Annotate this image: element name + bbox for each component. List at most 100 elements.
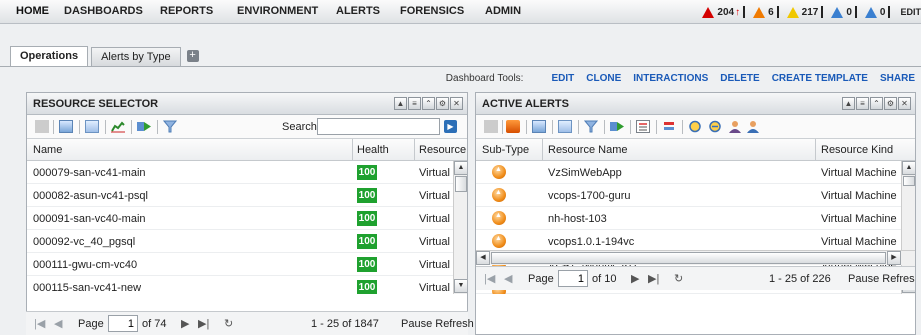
resource-name: 000111-gwu-cm-vc40 [33,259,138,271]
release-ownership-icon[interactable] [746,120,760,133]
page-total: of 10 [592,273,617,285]
refresh-icon[interactable]: ↻ [224,317,233,330]
resource-detail-icon[interactable] [532,120,546,133]
assign-user-icon[interactable] [728,120,742,133]
resource-kind: Virtual Machine [821,236,897,248]
collapse-icon[interactable]: ▲ [842,97,855,110]
table-row[interactable]: vcops-1700-guru Virtual Machine [476,184,915,207]
first-page-icon[interactable]: |◀ [34,317,45,330]
next-page-icon[interactable]: ▶ [181,317,189,330]
maximize-icon[interactable]: ⌃ [422,97,435,110]
refresh-icon[interactable]: ↻ [674,272,683,285]
col-health[interactable]: Health [357,144,407,156]
col-resource-name[interactable]: Resource Name [548,144,748,156]
search-go-icon[interactable]: ▶ [444,120,457,133]
prev-page-icon[interactable]: ◀ [54,317,62,330]
resource-kind: Virtual Machine [821,167,897,179]
export-icon[interactable] [137,120,151,133]
horizontal-scrollbar[interactable]: ◀ ▶ [476,250,915,265]
settings-icon[interactable]: ⚙ [436,97,449,110]
close-icon[interactable]: ✕ [450,97,463,110]
immediate-alert-badge[interactable]: 6 [753,6,779,18]
first-page-icon[interactable]: |◀ [484,272,495,285]
pause-refresh-link[interactable]: Pause Refresh [848,273,915,285]
last-page-icon[interactable]: ▶| [648,272,659,285]
resource-kind: Virtual Machine [419,167,452,179]
nav-dashboards[interactable]: DASHBOARDS [64,5,143,17]
nav-home[interactable]: HOME [16,5,49,17]
page-input[interactable] [558,270,588,287]
add-tab-button[interactable]: + [186,50,199,62]
scroll-up-icon[interactable]: ▲ [454,161,467,175]
alert-severity-icon [492,234,506,248]
nav-admin[interactable]: ADMIN [485,5,521,17]
copy-icon[interactable] [558,120,572,133]
filter-icon[interactable] [583,120,599,133]
tool-share-link[interactable]: SHARE [880,73,915,84]
vertical-scrollbar[interactable]: ▲ ▼ [453,161,467,294]
scroll-right-icon[interactable]: ▶ [887,251,901,265]
search-label: Search: [282,121,320,133]
cancel-alert-icon[interactable] [662,120,676,133]
prev-page-icon[interactable]: ◀ [504,272,512,285]
close-icon[interactable]: ✕ [898,97,911,110]
tool-clone-link[interactable]: CLONE [586,73,621,84]
list-icon[interactable] [636,120,650,133]
health-badge: 100 [357,257,377,272]
nav-alerts[interactable]: ALERTS [336,5,380,17]
table-row[interactable]: VzSimWebApp Virtual Machine [476,161,915,184]
tool-create-template-link[interactable]: CREATE TEMPLATE [772,73,868,84]
take-ownership-icon[interactable] [708,120,722,133]
table-row[interactable]: 000091-san-vc40-main 100 Virtual Machine [27,207,467,230]
chart-icon[interactable] [111,120,125,133]
health-badge: 100 [357,165,377,180]
table-row[interactable]: 000111-gwu-cm-vc40 100 Virtual Machine [27,253,467,276]
export-icon[interactable] [610,120,624,133]
col-name[interactable]: Name [33,144,333,156]
table-row[interactable]: 000082-asun-vc41-psql 100 Virtual Machin… [27,184,467,207]
last-page-icon[interactable]: ▶| [198,317,209,330]
next-page-icon[interactable]: ▶ [631,272,639,285]
search-input[interactable] [317,118,440,135]
minimize-icon[interactable]: ≡ [856,97,869,110]
warning-alert-badge[interactable]: 217 [786,6,824,18]
record-summary: 1 - 25 of 226 [769,273,831,285]
critical-alert-badge[interactable]: 204 ↑ [702,6,746,18]
nav-forensics[interactable]: FORENSICS [400,5,464,17]
scroll-up-icon[interactable]: ▲ [902,161,915,175]
critical-alert-count: 204 [717,6,735,18]
table-row[interactable]: nh-host-103 Virtual Machine [476,207,915,230]
scroll-down-icon[interactable]: ▼ [454,279,467,293]
suspend-alert-icon[interactable] [688,120,702,133]
edit-badges-link[interactable]: EDIT [900,7,921,17]
copy-icon[interactable] [85,120,99,133]
table-row[interactable]: 000115-san-vc41-new 100 Virtual Machine [27,276,467,294]
immediate-alert-count: 6 [768,6,774,18]
info-alert-badge[interactable]: 0 [831,6,857,18]
filter-icon[interactable] [162,120,178,133]
resource-kind: Virtual Machine [419,213,452,225]
col-resource[interactable]: Resource [419,144,467,156]
table-row[interactable]: 000079-san-vc41-main 100 Virtual Machine [27,161,467,184]
rss-icon[interactable] [506,120,520,133]
nav-environment[interactable]: ENVIRONMENT [237,5,318,17]
other-alert-badge[interactable]: 0 [864,6,891,18]
minimize-icon[interactable]: ≡ [408,97,421,110]
col-sub-type[interactable]: Sub-Type [482,144,542,156]
tool-delete-link[interactable]: DELETE [720,73,759,84]
settings-icon[interactable]: ⚙ [884,97,897,110]
col-resource-kind[interactable]: Resource Kind [821,144,911,156]
tool-interactions-link[interactable]: INTERACTIONS [633,73,708,84]
maximize-icon[interactable]: ⌃ [870,97,883,110]
tab-operations[interactable]: Operations [10,46,89,66]
resource-name: vcops-1700-guru [548,190,631,202]
pause-refresh-link[interactable]: Pause Refresh [401,318,474,330]
resource-detail-icon[interactable] [59,120,73,133]
tab-alerts-by-type[interactable]: Alerts by Type [91,47,181,66]
page-input[interactable] [108,315,138,332]
tool-edit-link[interactable]: EDIT [551,73,574,84]
nav-reports[interactable]: REPORTS [160,5,213,17]
scroll-left-icon[interactable]: ◀ [476,251,490,265]
collapse-icon[interactable]: ▲ [394,97,407,110]
table-row[interactable]: 000092-vc_40_pgsql 100 Virtual Machine [27,230,467,253]
